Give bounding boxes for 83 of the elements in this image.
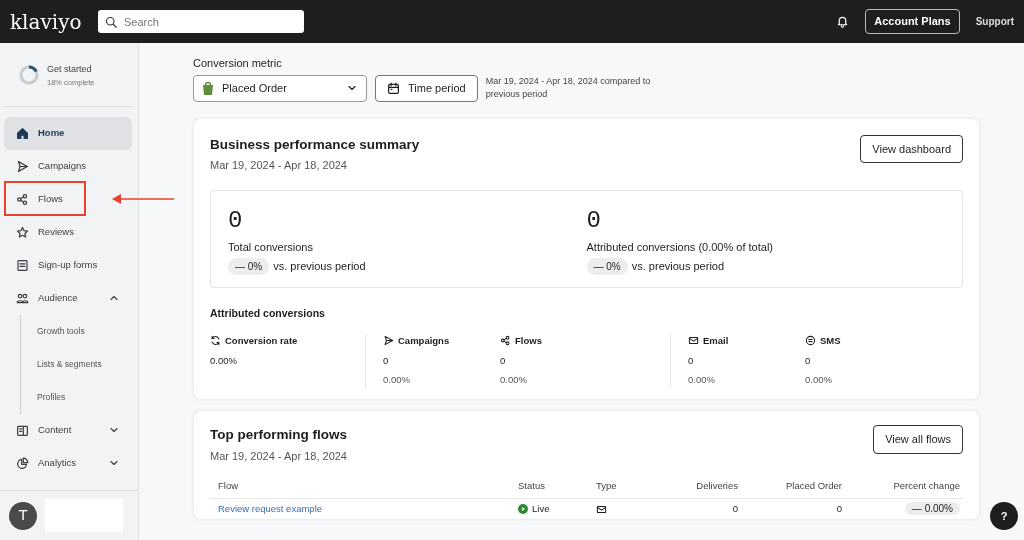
field-label: Conversion metric [193,56,283,71]
change-pill: — 0% [228,257,270,275]
flow-link[interactable]: Review request example [218,502,323,514]
sidebar-item[interactable]: Content [4,413,132,447]
calendar-icon [387,81,400,95]
stat-value: 0 [586,209,602,234]
bell-icon[interactable] [836,15,850,28]
sidebar-item[interactable]: Flows [4,182,132,216]
refresh-icon [210,335,221,347]
column-header: Flow [218,480,239,491]
metric-percent: 0.00% [805,373,833,387]
mail-icon [688,335,699,347]
card-subtitle: Mar 19, 2024 - Apr 18, 2024 [210,448,347,464]
change-pill: — 0.00% [904,502,960,516]
metric-label: SMS [820,333,841,348]
shopping-bag-icon [202,81,214,95]
sidebar-item[interactable]: Audience [4,281,132,315]
view-dashboard-button[interactable]: View dashboard [860,134,963,163]
avatar[interactable]: T [9,501,37,530]
form-icon [16,258,29,272]
column-header: Percent change [893,480,960,491]
card-title: Business performance summary [210,135,420,154]
column-header: Placed Order [786,480,842,491]
send-icon [383,335,394,347]
sidebar-subitem[interactable]: Lists & segments [21,347,138,381]
metric-label: Email [703,333,729,348]
stat-value: 0 [228,209,244,234]
chat-icon [805,335,816,347]
metric-value: 0 [500,353,507,368]
card-subtitle: Mar 19, 2024 - Apr 18, 2024 [210,157,348,173]
sidebar-item[interactable]: Sign-up forms [4,248,132,282]
people-icon [16,291,29,305]
document-icon [16,423,29,437]
sidebar-item[interactable]: Analytics [4,446,132,480]
search-icon [105,16,117,28]
section-title: Attributed conversions [210,305,326,321]
metric-label: Campaigns [398,333,450,348]
stat-label: Attributed conversions (0.00% of total) [586,240,774,256]
time-period-button[interactable]: Time period [375,74,478,102]
mail-icon [596,503,607,515]
star-icon [16,225,29,239]
send-icon [16,159,29,173]
metric-value: 0.00% [210,353,238,368]
account-plans-button[interactable]: Account Plans [865,9,960,34]
status-text: Live [532,501,550,516]
get-started-title: Get started [47,63,93,76]
card-title: Top performing flows [210,426,347,445]
column-header: Deliveries [696,480,738,491]
arrow [112,192,176,205]
share-icon [500,335,511,347]
metric-value: 0 [383,353,390,368]
sidebar-item[interactable]: Reviews [4,215,132,249]
pie-chart-icon [16,456,29,470]
sidebar-subitem[interactable]: Profiles [21,380,138,414]
home-icon [16,126,29,140]
table-cell: 0 [732,502,738,514]
status-icon [518,504,528,514]
metric-label: Flows [515,333,542,348]
column-header: Type [596,480,617,491]
metric-value: 0 [688,353,695,368]
compare-text: vs. previous period [273,259,366,274]
metric-label: Conversion rate [225,333,298,348]
metric-percent: 0.00% [500,373,528,387]
help-button[interactable]: ? [990,502,1018,530]
progress-ring [19,65,39,86]
search-field[interactable]: Search [98,10,304,33]
view-all-flows-button[interactable]: View all flows [873,425,963,454]
metric-value: 0 [805,353,812,368]
metric-percent: 0.00% [688,373,716,387]
support-link[interactable]: Support [975,14,1014,29]
sidebar-item[interactable]: Campaigns [4,149,132,183]
sidebar-subitem[interactable]: Growth tools [21,314,138,348]
column-header: Status [518,480,545,491]
sidebar-item[interactable]: Home [4,116,132,150]
stat-label: Total conversions [228,240,314,256]
table-cell: 0 [836,502,842,514]
change-pill: — 0% [586,257,628,275]
metric-percent: 0.00% [383,373,411,387]
logo: klaviyo [10,8,83,36]
share-icon [16,192,29,206]
date-range-note: Mar 19, 2024 - Apr 18, 2024 compared to previous period [485,75,652,101]
compare-text: vs. previous period [631,259,725,274]
metric-dropdown[interactable]: Placed Order [193,74,367,102]
